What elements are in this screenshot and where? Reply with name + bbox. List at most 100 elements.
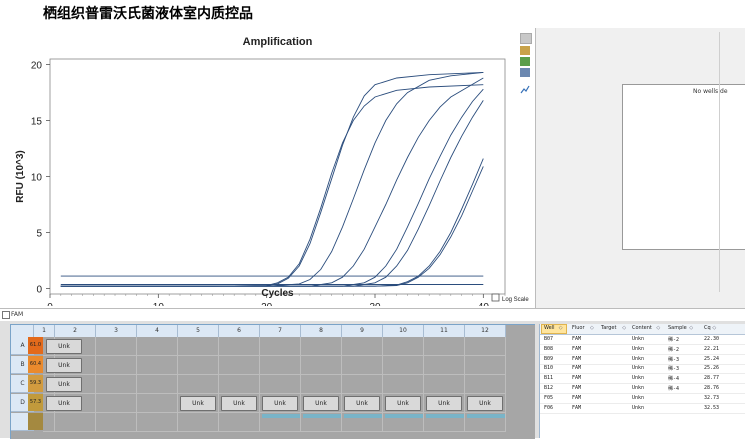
plate-well-cell[interactable] [137, 337, 178, 356]
cell-sample: 稀-2 [668, 346, 680, 353]
well-D8[interactable]: Unk [303, 396, 339, 411]
plate-well-cell[interactable] [424, 337, 465, 356]
plate-column-header-6[interactable]: 6 [219, 325, 260, 337]
plate-column-header-4[interactable]: 4 [137, 325, 178, 337]
cell-content: Unkn [632, 375, 645, 382]
table-row[interactable]: B12 FAM Unkn 稀-4 28.76 [540, 384, 745, 394]
plate-well-cell[interactable] [219, 375, 260, 394]
well-D7[interactable]: Unk [262, 396, 298, 411]
plate-well-cell[interactable] [342, 375, 383, 394]
well-D10[interactable]: Unk [385, 396, 421, 411]
panel-divider [719, 32, 720, 292]
plate-well-cell[interactable] [424, 375, 465, 394]
chart-settings-icon[interactable] [520, 79, 530, 94]
column-header-well[interactable]: Well [544, 325, 555, 331]
plate-well-cell[interactable] [342, 337, 383, 356]
well-D9[interactable]: Unk [344, 396, 380, 411]
column-header-sample[interactable]: Sample [668, 325, 687, 331]
plate-well-cell[interactable] [219, 356, 260, 375]
table-row[interactable]: F06 FAM Unkn 32.53 [540, 404, 745, 414]
plate-well-cell[interactable] [43, 413, 55, 432]
plate-well-cell[interactable] [55, 356, 96, 375]
cell-fluor: FAM [572, 404, 582, 411]
table-row[interactable]: F05 FAM Unkn 32.73 [540, 394, 745, 404]
plate-well-cell[interactable] [301, 356, 342, 375]
plate-well-cell[interactable] [96, 337, 137, 356]
plate-well-cell[interactable] [465, 356, 506, 375]
plate-well-cell[interactable] [465, 337, 506, 356]
plate-well-cell[interactable] [178, 337, 219, 356]
plate-column-header-5[interactable]: 5 [178, 325, 219, 337]
column-header-target[interactable]: Target [601, 325, 616, 331]
plate-column-header-10[interactable]: 10 [383, 325, 424, 337]
plate-column-header-7[interactable]: 7 [260, 325, 301, 337]
chart-toolbar [518, 32, 534, 94]
plate-well-cell[interactable] [55, 394, 96, 413]
fam-checkbox[interactable] [2, 311, 10, 319]
sort-icon[interactable]: ◇ [689, 325, 693, 331]
column-header-cq[interactable]: Cq [704, 325, 711, 331]
plate-column-header-12[interactable]: 12 [465, 325, 506, 337]
table-row[interactable]: B09 FAM Unkn 稀-3 25.24 [540, 355, 745, 365]
plate-well-cell[interactable] [96, 413, 137, 432]
copy-icon[interactable] [520, 33, 532, 44]
table-row[interactable]: B11 FAM Unkn 稀-4 28.77 [540, 374, 745, 385]
export-icon[interactable] [520, 57, 530, 66]
plate-well-cell[interactable] [137, 394, 178, 413]
plate-well-cell[interactable] [137, 413, 178, 432]
cell-sample: 稀-4 [668, 386, 680, 392]
cell-content: Unkn [632, 355, 645, 362]
plate-column-header-3[interactable]: 3 [96, 325, 137, 337]
plate-well-cell[interactable] [260, 375, 301, 394]
plate-well-cell[interactable] [383, 375, 424, 394]
table-row[interactable]: B10 FAM Unkn 稀-3 25.26 [540, 364, 745, 375]
well-D5[interactable]: Unk [180, 396, 216, 411]
plate-column-header-9[interactable]: 9 [342, 325, 383, 337]
sort-icon[interactable]: ◇ [559, 325, 563, 331]
plate-well-cell[interactable] [55, 413, 96, 432]
sort-icon[interactable]: ◇ [656, 325, 660, 331]
log-scale-checkbox[interactable] [491, 293, 500, 302]
plate-well-cell[interactable] [342, 356, 383, 375]
sort-icon[interactable]: ◇ [622, 325, 626, 331]
well-D6[interactable]: Unk [221, 396, 257, 411]
table-row[interactable]: B08 FAM Unkn 稀-2 22.21 [540, 345, 745, 355]
plate-well-cell[interactable] [301, 375, 342, 394]
plate-well-cell[interactable] [383, 356, 424, 375]
plate-well-cell[interactable] [383, 337, 424, 356]
plate-well-cell[interactable] [178, 413, 219, 432]
plate-well-cell[interactable] [301, 337, 342, 356]
column-header-content[interactable]: Content [632, 325, 652, 331]
plate-well-cell[interactable] [260, 356, 301, 375]
plate-column-header-8[interactable]: 8 [301, 325, 342, 337]
plate-well-cell[interactable] [219, 413, 260, 432]
plate-well-cell[interactable] [137, 375, 178, 394]
plate-column-header-2[interactable]: 2 [55, 325, 96, 337]
plate-column-header-1[interactable]: 1 [34, 325, 55, 337]
plate-well-cell[interactable] [96, 394, 137, 413]
plate-well-cell[interactable] [219, 337, 260, 356]
plate-well-cell[interactable] [178, 356, 219, 375]
image-icon[interactable] [520, 68, 530, 77]
column-header-fluor[interactable]: Fluor [572, 325, 585, 331]
plate-well-cell[interactable] [260, 337, 301, 356]
sort-icon[interactable]: ◇ [712, 325, 716, 331]
well-D12[interactable]: Unk [467, 396, 503, 411]
sort-icon[interactable]: ◇ [590, 325, 594, 331]
no-wells-message: No wells de [693, 88, 728, 95]
plate-well-cell[interactable] [137, 356, 178, 375]
plate-column-header-11[interactable]: 11 [424, 325, 465, 337]
plate-well-cell[interactable] [424, 356, 465, 375]
plate-well-cell[interactable] [465, 375, 506, 394]
table-row[interactable]: B07 FAM Unkn 稀-2 22.30 [540, 335, 745, 345]
plate-well-cell[interactable] [55, 337, 96, 356]
x-tick-label: 30 [369, 302, 381, 306]
plate-well-cell[interactable] [96, 375, 137, 394]
plate-view: 1 2 3 4 5 6 7 8 9 10 11 12 A 61.0 Unk B 60.4 Unk C 59.3 Unk D… [10, 324, 535, 439]
well-D11[interactable]: Unk [426, 396, 462, 411]
plate-well-cell[interactable] [178, 375, 219, 394]
empty-wells-box: No wells de [622, 84, 745, 250]
print-icon[interactable] [520, 46, 530, 55]
plate-well-cell[interactable] [96, 356, 137, 375]
plate-well-cell[interactable] [55, 375, 96, 394]
